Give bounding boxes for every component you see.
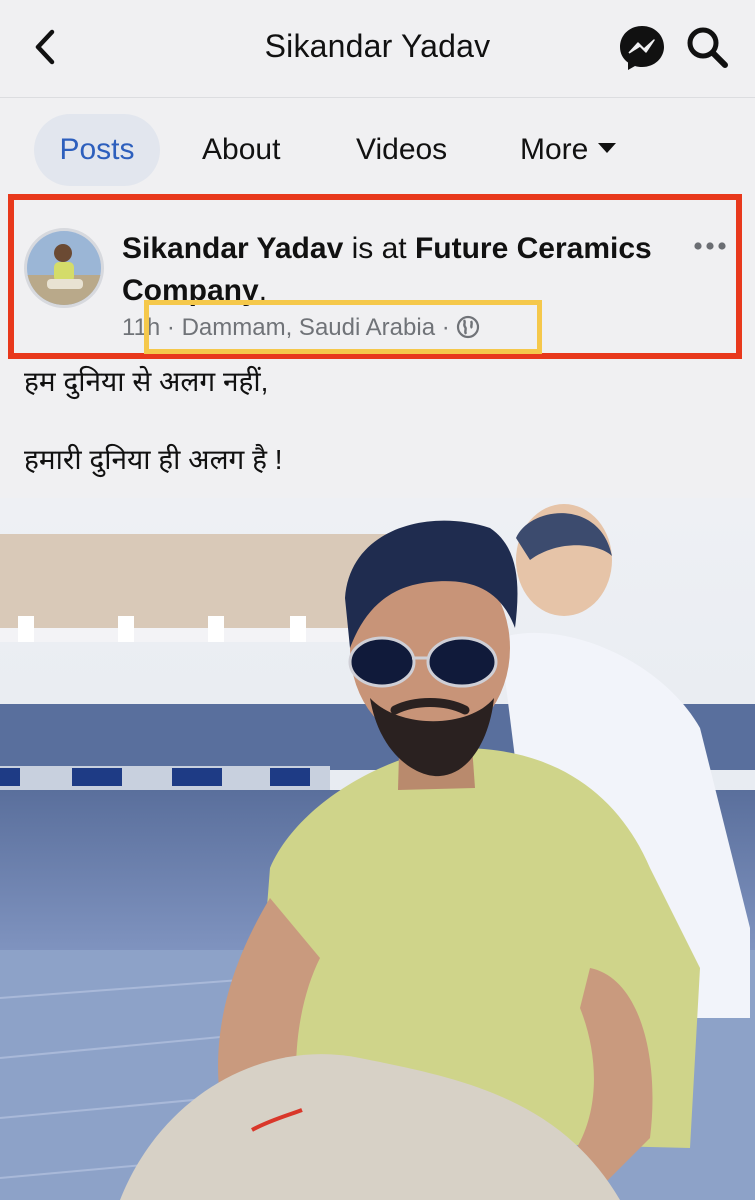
caret-down-icon <box>598 143 617 154</box>
post-author-line: Sikandar Yadav is at Future Ceramics Com… <box>122 228 682 312</box>
meta-separator: · <box>160 314 182 341</box>
search-icon <box>687 27 728 68</box>
more-horizontal-icon <box>694 242 726 250</box>
post-menu-button[interactable] <box>692 236 732 256</box>
tab-posts[interactable]: Posts <box>34 114 160 186</box>
globe-icon <box>456 315 480 339</box>
top-bar: Sikandar Yadav <box>0 0 755 98</box>
meta-separator-2: · <box>435 314 457 341</box>
author-connector: is at <box>343 232 415 265</box>
post-card: Sikandar Yadav is at Future Ceramics Com… <box>0 192 755 498</box>
search-button[interactable] <box>682 22 732 72</box>
avatar[interactable] <box>24 228 104 308</box>
avatar-photo <box>27 231 101 305</box>
post-caption-line-2: हमारी दुनिया ही अलग है ! <box>24 444 283 475</box>
place-suffix: . <box>258 274 268 307</box>
tab-more-label: More <box>520 133 589 166</box>
post-caption-line-1: हम दुनिया से अलग नहीं, <box>24 366 269 397</box>
tab-more[interactable]: More <box>520 114 617 186</box>
tab-about[interactable]: About <box>202 114 280 186</box>
post-time[interactable]: 11h <box>122 314 160 341</box>
messenger-button[interactable] <box>616 22 668 74</box>
tab-videos[interactable]: Videos <box>356 114 447 186</box>
post-photo[interactable] <box>0 498 755 1200</box>
post-location[interactable]: Dammam, Saudi Arabia <box>182 314 435 341</box>
author-name-link[interactable]: Sikandar Yadav <box>122 232 343 265</box>
profile-tabs: Posts About Videos More <box>0 98 755 192</box>
post-meta: 11h · Dammam, Saudi Arabia · <box>122 314 480 342</box>
messenger-icon <box>620 26 664 70</box>
